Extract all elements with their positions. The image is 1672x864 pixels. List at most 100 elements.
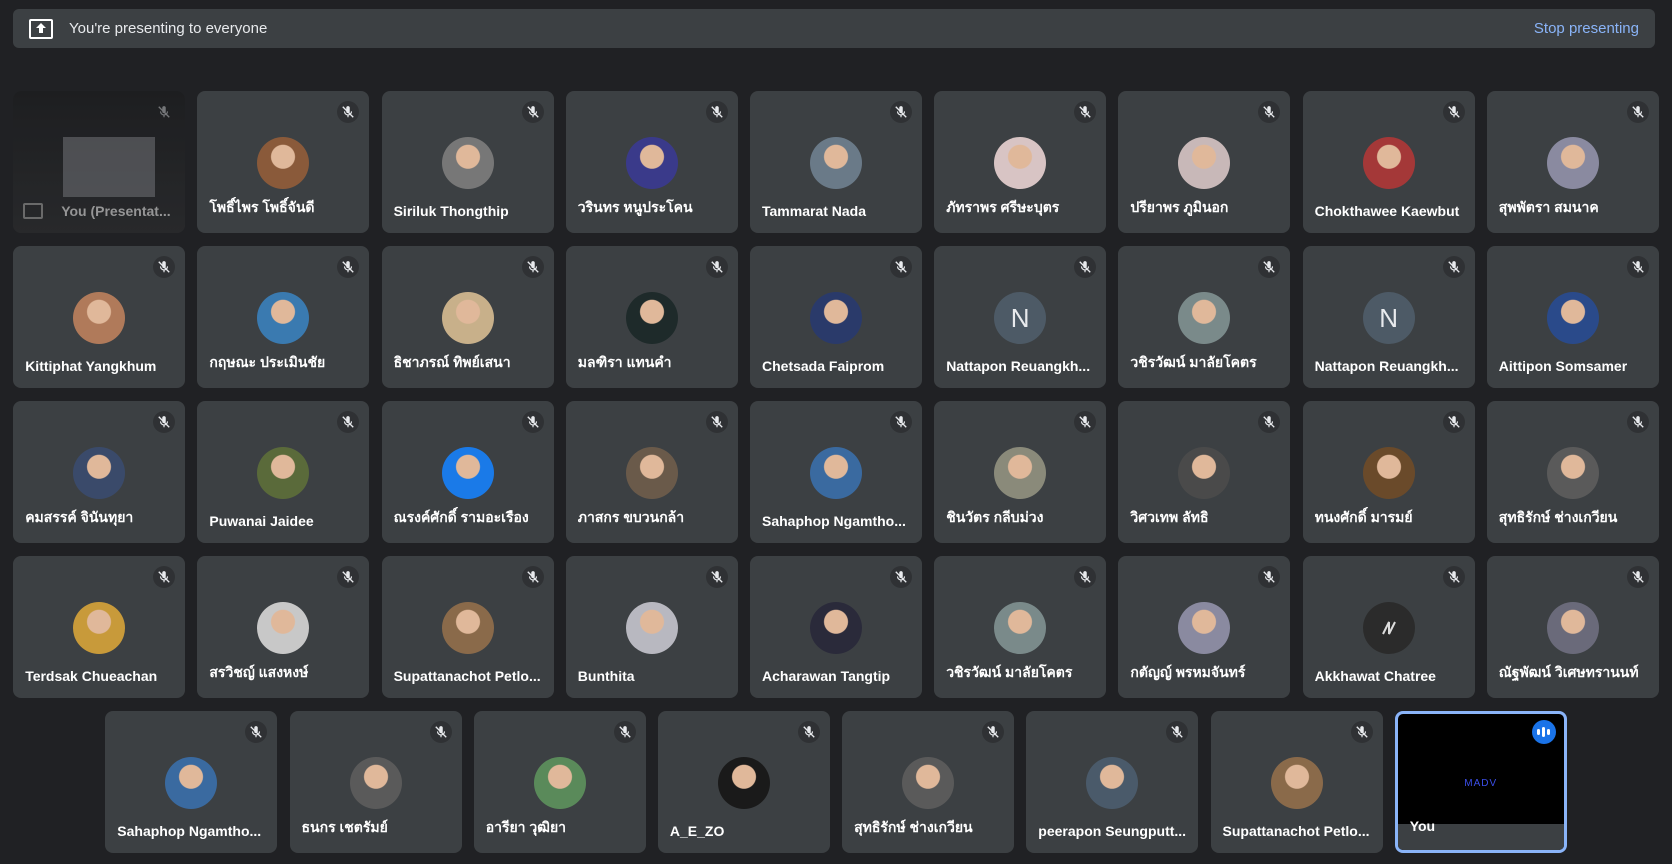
- participant-tile[interactable]: Chetsada Faiprom: [750, 246, 922, 388]
- participant-tile[interactable]: Supattanachot Petlo...: [1210, 711, 1383, 853]
- mic-off-icon: [705, 566, 728, 588]
- avatar: [73, 602, 126, 654]
- mic-off-icon: [153, 566, 176, 588]
- mic-off-icon: [521, 101, 544, 123]
- avatar: [257, 292, 310, 344]
- presenting-status-text: You're presenting to everyone: [69, 20, 268, 37]
- participant-name: Tammarat Nada: [762, 203, 867, 219]
- participant-name: Akkhawat Chatree: [1314, 668, 1436, 684]
- participant-name: ณรงค์ศักดิ์ รามอะเรือง: [393, 509, 529, 525]
- participant-tile[interactable]: สุทธิรักษ์ ช่างเกวียน: [842, 711, 1015, 853]
- participant-tile[interactable]: Supattanachot Petlo...: [381, 556, 554, 698]
- participant-tile[interactable]: Sahaphop Ngamtho...: [105, 711, 278, 853]
- participant-tile[interactable]: You (Presentat...: [13, 91, 186, 233]
- participant-tile[interactable]: กฤษณะ ประเมินชัย: [197, 246, 370, 388]
- participant-tile[interactable]: Siriluk Thongthip: [381, 91, 554, 233]
- participant-tile[interactable]: A_E_ZO: [657, 711, 830, 853]
- participant-tile[interactable]: วชิรวัฒน์ มาลัยโคตร: [1118, 246, 1291, 388]
- participant-tile[interactable]: คมสรรค์ จินันทุยา: [13, 401, 186, 543]
- mic-off-icon: [521, 256, 544, 278]
- participant-name: Nattapon Reuangkh...: [946, 358, 1091, 374]
- avatar: [994, 137, 1047, 189]
- participant-name: Supattanachot Petlo...: [1222, 823, 1370, 839]
- participant-name: คมสรรค์ จินันทุยา: [25, 509, 134, 525]
- participant-name: ชินวัตร กลีบม่วง: [946, 509, 1044, 525]
- participant-tile[interactable]: สุทธิรักษ์ ช่างเกวียน: [1486, 401, 1659, 543]
- participant-tile[interactable]: N Nattapon Reuangkh...: [1302, 246, 1475, 388]
- participant-name: Aittipon Somsamer: [1498, 358, 1628, 374]
- participant-tile[interactable]: วิศวเทพ ลัทธิ: [1118, 401, 1291, 543]
- mic-off-icon: [337, 256, 360, 278]
- participant-name: กตัญญ์ พรหมจันทร์: [1130, 664, 1246, 680]
- mic-off-icon: [1074, 411, 1097, 433]
- mic-off-icon: [1626, 101, 1649, 123]
- participant-tile[interactable]: MADV You: [1394, 711, 1567, 853]
- mic-off-icon: [1258, 101, 1281, 123]
- participant-tile[interactable]: วรินทร หนูประโคน: [565, 91, 738, 233]
- participant-tile[interactable]: ณัฐพัฒน์ วิเศษทรานนท์: [1486, 556, 1659, 698]
- mic-off-icon: [890, 566, 912, 588]
- participant-name: ภัทราพร ศรีษะบุตร: [946, 199, 1060, 215]
- participant-name: อารียา วุฒิยา: [485, 819, 567, 835]
- mic-off-icon: [890, 101, 912, 123]
- participant-name: Sahaphop Ngamtho...: [117, 823, 262, 839]
- participant-tile[interactable]: Bunthita: [565, 556, 738, 698]
- participant-name: Chetsada Faiprom: [762, 358, 885, 374]
- participant-name: You (Presentat...: [61, 203, 171, 219]
- participant-tile[interactable]: สุพพัตรา สมนาค: [1486, 91, 1659, 233]
- avatar: [994, 447, 1047, 499]
- self-video: MADV: [1464, 778, 1498, 789]
- mic-off-icon: [1442, 101, 1465, 123]
- participant-tile[interactable]: Terdsak Chueachan: [13, 556, 186, 698]
- participant-name: Bunthita: [577, 668, 635, 684]
- participant-tile[interactable]: ธนกร เชตรัมย์: [289, 711, 462, 853]
- participant-tile[interactable]: Tammarat Nada: [750, 91, 922, 233]
- participant-tile[interactable]: Aittipon Somsamer: [1486, 246, 1659, 388]
- mic-off-icon: [337, 101, 360, 123]
- participant-tile[interactable]: วชิรวัฒน์ มาลัยโคตร: [934, 556, 1107, 698]
- participant-tile[interactable]: N Nattapon Reuangkh...: [934, 246, 1107, 388]
- participant-tile[interactable]: ภาสกร ขบวนกล้า: [565, 401, 738, 543]
- participant-tile[interactable]: Akkhawat Chatree: [1302, 556, 1475, 698]
- participant-tile[interactable]: มลฑิรา แทนคำ: [565, 246, 738, 388]
- mic-off-icon: [705, 256, 728, 278]
- avatar: [1178, 292, 1231, 344]
- avatar: [1270, 757, 1323, 809]
- participant-tile[interactable]: ทนงศักดิ์ มารมย์: [1302, 401, 1475, 543]
- participant-tile[interactable]: peerapon Seungputt...: [1026, 711, 1199, 853]
- mic-off-icon: [982, 721, 1005, 743]
- participant-tile[interactable]: Puwanai Jaidee: [197, 401, 370, 543]
- avatar: [257, 137, 310, 189]
- participant-name: มลฑิรา แทนคำ: [577, 354, 672, 370]
- participant-tile[interactable]: ณรงค์ศักดิ์ รามอะเรือง: [381, 401, 554, 543]
- avatar: [73, 292, 126, 344]
- mic-off-icon: [1258, 566, 1281, 588]
- participant-tile[interactable]: ชินวัตร กลีบม่วง: [934, 401, 1107, 543]
- participant-tile[interactable]: Sahaphop Ngamtho...: [750, 401, 922, 543]
- avatar: [810, 137, 862, 189]
- participant-name: peerapon Seungputt...: [1038, 823, 1187, 839]
- participant-name: ภาสกร ขบวนกล้า: [577, 509, 685, 525]
- participant-tile[interactable]: ธิชาภรณ์ ทิพย์เสนา: [381, 246, 554, 388]
- present-screen-icon: [23, 203, 44, 219]
- participant-tile[interactable]: ภัทราพร ศรีษะบุตร: [934, 91, 1107, 233]
- participant-tile[interactable]: Kittiphat Yangkhum: [13, 246, 186, 388]
- mic-off-icon: [153, 411, 176, 433]
- participant-tile[interactable]: กตัญญ์ พรหมจันทร์: [1118, 556, 1291, 698]
- participant-tile[interactable]: สรวิชญ์ แสงหงษ์: [197, 556, 370, 698]
- participant-tile[interactable]: Chokthawee Kaewbut: [1302, 91, 1475, 233]
- stop-presenting-button[interactable]: Stop presenting: [1534, 20, 1639, 37]
- participant-tile[interactable]: ปรียาพร ภูมินอก: [1118, 91, 1291, 233]
- avatar: [441, 137, 494, 189]
- participant-name: โพธิ์ไพร โพธิ์จันดี: [209, 199, 315, 215]
- participant-name: Nattapon Reuangkh...: [1314, 358, 1459, 374]
- participant-tile[interactable]: โพธิ์ไพร โพธิ์จันดี: [197, 91, 370, 233]
- avatar: [1546, 602, 1599, 654]
- mic-off-icon: [337, 411, 360, 433]
- participant-tile[interactable]: อารียา วุฒิยา: [473, 711, 646, 853]
- participant-name: Chokthawee Kaewbut: [1314, 203, 1460, 219]
- avatar: [257, 447, 310, 499]
- avatar: [625, 137, 678, 189]
- participant-tile[interactable]: Acharawan Tangtip: [750, 556, 922, 698]
- avatar: [1546, 137, 1599, 189]
